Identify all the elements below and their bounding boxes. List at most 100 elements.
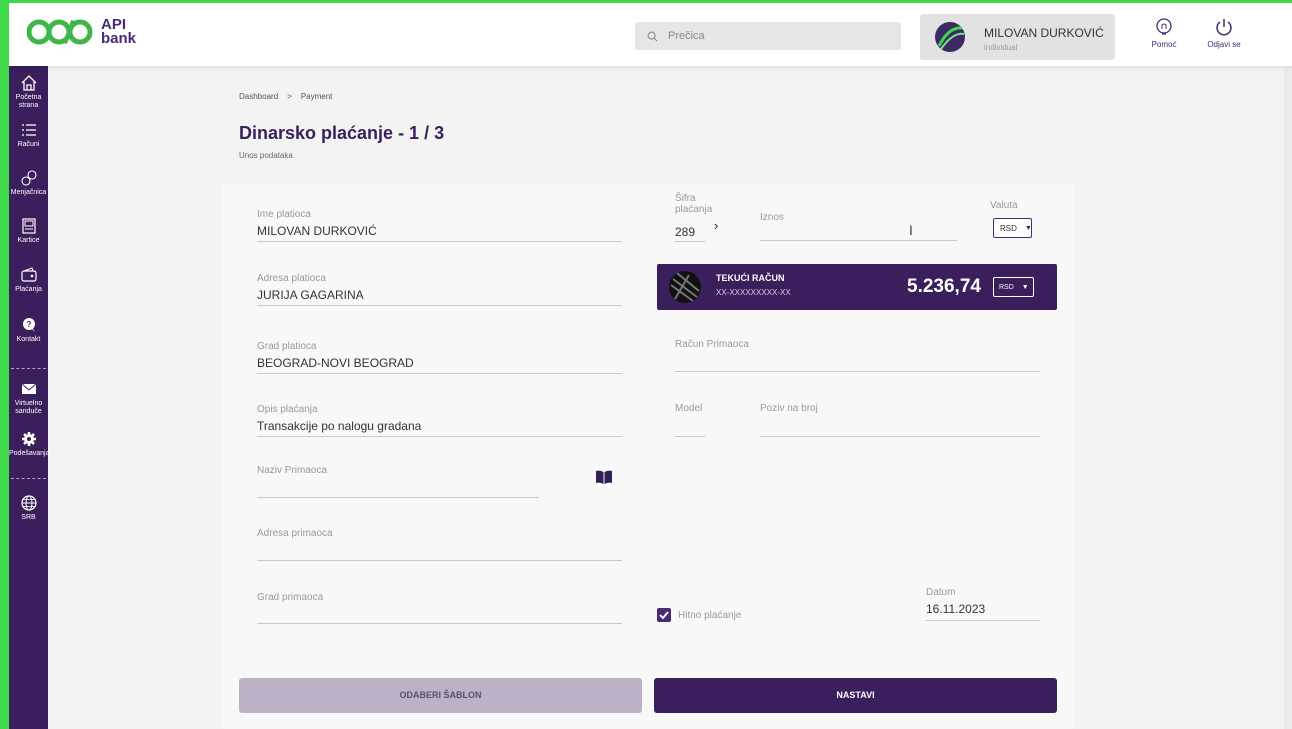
sidebar-divider xyxy=(11,368,46,369)
amount-label: Iznos xyxy=(760,212,784,223)
user-profile[interactable]: MILOVAN DURKOVIĆ individual xyxy=(920,14,1115,60)
help-button[interactable]: Pomoć xyxy=(1139,17,1189,49)
chevron-down-icon: ▼ xyxy=(1021,283,1029,291)
lightbulb-icon xyxy=(1139,17,1189,37)
breadcrumb-separator: > xyxy=(287,92,292,101)
breadcrumb-payment: Payment xyxy=(300,92,333,101)
address-book-icon[interactable] xyxy=(596,470,612,489)
chevron-down-icon: ▼ xyxy=(1024,224,1032,232)
payment-description-value: Transakcije po nalogu gradana xyxy=(257,419,422,433)
exchange-icon xyxy=(9,169,48,187)
logo-mark-icon xyxy=(26,18,95,46)
sidebar-item-mailbox[interactable]: Virtuelno sanduče xyxy=(9,380,48,416)
sidebar-item-label: Početna strana xyxy=(15,94,42,109)
checkmark-icon xyxy=(659,611,669,620)
reference-number-label: Poziv na broj xyxy=(760,403,818,414)
api-bank-logo[interactable]: API bank xyxy=(26,17,137,47)
chevron-right-icon[interactable]: › xyxy=(714,218,718,233)
payer-name-field[interactable]: Ime platioca MILOVAN DURKOVIĆ xyxy=(257,207,622,242)
window-frame-edge xyxy=(0,0,9,729)
payer-name-label: Ime platioca xyxy=(257,209,311,220)
account-balance: 5.236,74 xyxy=(907,276,981,297)
svg-text:?: ? xyxy=(26,320,31,329)
recipient-address-label: Adresa primaoca xyxy=(257,528,333,539)
sidebar-item-contact[interactable]: ? Kontakt xyxy=(9,316,48,344)
home-icon xyxy=(9,74,48,92)
sidebar: Početna strana Računi Menjačnica Kartice… xyxy=(9,66,49,729)
account-currency-value: RSD xyxy=(999,283,1014,291)
page-subtitle: Unos podataka xyxy=(239,151,293,160)
recipient-address-field[interactable]: Adresa primaoca xyxy=(257,526,622,561)
urgent-payment-checkbox[interactable] xyxy=(657,608,671,622)
chat-icon: ? xyxy=(9,316,48,334)
recipient-city-label: Grad primaoca xyxy=(257,592,324,603)
sidebar-item-home[interactable]: Početna strana xyxy=(9,74,48,110)
page-title: Dinarsko plaćanje - 1 / 3 xyxy=(239,123,445,143)
text-cursor-icon: I xyxy=(909,222,913,238)
urgent-payment-label: Hitno plaćanje xyxy=(678,610,742,621)
model-label: Model xyxy=(675,403,703,414)
choose-template-button[interactable]: ODABERI ŠABLON xyxy=(239,678,642,713)
breadcrumb-dashboard[interactable]: Dashboard xyxy=(239,92,278,101)
account-card-image xyxy=(669,271,701,303)
date-field[interactable]: Datum 16.11.2023 xyxy=(926,585,1040,621)
sidebar-item-label: Kontakt xyxy=(16,336,41,343)
account-title: TEKUĆI RAČUN xyxy=(716,273,785,283)
currency-select-value: RSD xyxy=(1000,223,1017,233)
globe-icon xyxy=(9,494,48,512)
wallet-icon xyxy=(9,266,48,284)
date-value: 16.11.2023 xyxy=(926,602,986,616)
recipient-name-field[interactable]: Naziv Primaoca xyxy=(257,463,539,498)
sidebar-item-accounts[interactable]: Računi xyxy=(9,121,48,149)
scrollbar-track[interactable] xyxy=(1284,66,1292,729)
search-input[interactable]: Prečica xyxy=(635,22,901,50)
payment-description-label: Opis plaćanja xyxy=(257,404,318,415)
account-number: XX-XXXXXXXXX-XX xyxy=(716,288,791,297)
account-selector[interactable]: TEKUĆI RAČUN XX-XXXXXXXXX-XX 5.236,74 RS… xyxy=(657,264,1057,310)
search-placeholder: Prečica xyxy=(668,30,705,42)
sidebar-item-label: Računi xyxy=(17,141,40,148)
card-icon xyxy=(9,217,48,235)
sidebar-item-label: Kartice xyxy=(17,237,40,244)
sidebar-item-exchange[interactable]: Menjačnica xyxy=(9,169,48,197)
payment-code-value: 289 xyxy=(675,225,696,239)
recipient-name-label: Naziv Primaoca xyxy=(257,465,328,476)
logo-text: API bank xyxy=(101,17,137,47)
payment-description-field[interactable]: Opis plaćanja Transakcije po nalogu grad… xyxy=(257,402,622,437)
recipient-account-field[interactable]: Račun Primaoca xyxy=(675,337,1040,372)
reference-number-field[interactable]: Poziv na broj xyxy=(760,401,1040,437)
sidebar-item-label: SRB xyxy=(21,514,36,521)
sidebar-item-cards[interactable]: Kartice xyxy=(9,217,48,245)
gear-icon xyxy=(9,430,48,448)
currency-label: Valuta xyxy=(990,200,1018,211)
top-header: API bank Prečica MILOVAN DURKOVIĆ indivi… xyxy=(9,3,1292,66)
sidebar-item-payments[interactable]: Plaćanja xyxy=(9,266,48,294)
power-icon xyxy=(1199,17,1249,37)
payer-city-label: Grad platioca xyxy=(257,341,317,352)
list-icon xyxy=(9,121,48,139)
search-icon xyxy=(647,31,658,41)
account-currency-select[interactable]: RSD ▼ xyxy=(993,277,1034,297)
sidebar-item-label: Plaćanja xyxy=(15,286,42,293)
logo-text-line2: bank xyxy=(101,30,137,47)
sidebar-item-settings[interactable]: Podešavanja xyxy=(9,430,49,458)
currency-select[interactable]: RSD ▼ xyxy=(993,218,1032,238)
sidebar-item-label: Virtuelno sanduče xyxy=(14,400,43,415)
next-button[interactable]: NASTAVI xyxy=(654,678,1057,713)
payer-address-label: Adresa platioca xyxy=(257,273,326,284)
payment-code-field[interactable]: Šifra plaćanja 289 xyxy=(675,193,712,242)
payer-city-field[interactable]: Grad platioca BEOGRAD-NOVI BEOGRAD xyxy=(257,339,622,374)
amount-field[interactable]: Iznos xyxy=(760,208,957,241)
sidebar-item-label: Menjačnica xyxy=(10,189,47,196)
payer-city-value: BEOGRAD-NOVI BEOGRAD xyxy=(257,356,414,370)
recipient-city-field[interactable]: Grad primaoca xyxy=(257,590,622,624)
sidebar-item-language[interactable]: SRB xyxy=(9,494,48,522)
recipient-account-label: Račun Primaoca xyxy=(675,339,749,350)
mail-icon xyxy=(9,380,48,398)
logout-button[interactable]: Odjavi se xyxy=(1199,17,1249,49)
sidebar-divider xyxy=(11,478,46,479)
model-field[interactable]: Model xyxy=(675,401,705,437)
payer-address-field[interactable]: Adresa platioca JURIJA GAGARINA xyxy=(257,271,622,306)
payer-name-value: MILOVAN DURKOVIĆ xyxy=(257,224,377,238)
payer-address-value: JURIJA GAGARINA xyxy=(257,288,364,302)
